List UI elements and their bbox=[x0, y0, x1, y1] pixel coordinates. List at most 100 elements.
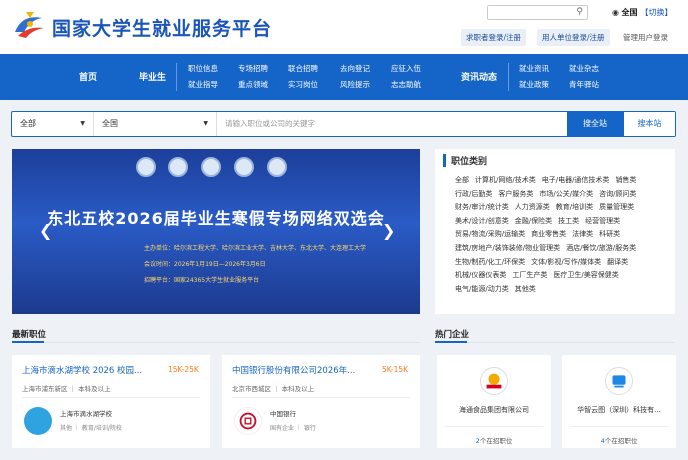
banner-organizers: 主办单位：哈尔滨工程大学、哈尔滨工业大学、吉林大学、东北大学、大连理工大学 bbox=[144, 245, 367, 252]
university-seal-icon bbox=[168, 157, 188, 177]
nav-link-magazine[interactable]: 就业杂志 bbox=[569, 63, 599, 74]
category-link[interactable]: 市场/公关/媒介类 bbox=[539, 188, 593, 202]
section-underline bbox=[12, 341, 44, 343]
category-link[interactable]: 商业零售类 bbox=[531, 228, 566, 242]
chevron-right-icon[interactable]: ❯ bbox=[382, 221, 395, 240]
category-link[interactable]: 电气/能源/动力类 bbox=[455, 283, 509, 297]
banner-dates: 会议时间：2026年1月19日—2026年3月6日 bbox=[144, 261, 266, 268]
search-all-button[interactable]: 搜全站 bbox=[567, 112, 623, 136]
nav-link-joint-recruit[interactable]: 联合招聘 bbox=[288, 63, 318, 74]
nav-link-key-fields[interactable]: 重点领域 bbox=[238, 79, 268, 90]
category-link[interactable]: 教育/培训类 bbox=[556, 201, 593, 215]
category-link[interactable]: 全部 bbox=[455, 174, 469, 188]
category-link[interactable]: 美术/设计/创意类 bbox=[455, 215, 509, 229]
category-link[interactable]: 生物/制药/化工/环保类 bbox=[455, 256, 525, 270]
positions-unit: 个在招职位 bbox=[479, 437, 513, 445]
category-link[interactable]: 质量管理类 bbox=[599, 201, 634, 215]
nav-divider bbox=[176, 63, 177, 91]
search-icon[interactable]: ⚲ bbox=[576, 7, 583, 17]
location-pin-icon: ◉ bbox=[612, 8, 619, 17]
search-site-button[interactable]: 搜本站 bbox=[623, 112, 675, 136]
open-positions-count: 2个在招职位 bbox=[437, 435, 551, 445]
category-link[interactable]: 建筑/房地产/装饰装修/物业管理类 bbox=[455, 242, 560, 256]
card-divider bbox=[232, 397, 410, 398]
site-title[interactable]: 国家大学生就业服务平台 bbox=[52, 14, 272, 41]
hot-company-card[interactable]: 华智云图（深圳）科技有... 4个在招职位 bbox=[562, 355, 676, 448]
nav-link-risk[interactable]: 风险提示 bbox=[340, 79, 370, 90]
student-login-button[interactable]: 求职者登录/注册 bbox=[461, 29, 527, 46]
section-underline bbox=[435, 341, 467, 343]
category-list: 全部 计算机/网络/技术类 电子/电器/通信技术类 销售类行政/后勤类 客户服务类 市场/… bbox=[455, 174, 673, 296]
company-name[interactable]: 上海市滴水湖学校 bbox=[60, 408, 112, 418]
nav-link-special-fair[interactable]: 专场招聘 bbox=[238, 63, 268, 74]
nav-link-job-info[interactable]: 职位信息 bbox=[188, 63, 218, 74]
nav-link-policy[interactable]: 就业政策 bbox=[519, 79, 549, 90]
header-search-input[interactable]: ⚲ bbox=[487, 5, 588, 20]
nav-graduate[interactable]: 毕业生 bbox=[139, 70, 166, 83]
category-link[interactable]: 法律类 bbox=[572, 228, 593, 242]
category-link[interactable]: 机械/仪器仪表类 bbox=[455, 269, 506, 283]
job-card[interactable]: 中国银行股份有限公司2026年... 5K-15K 北京市西城区 ｜ 本科及以上… bbox=[222, 355, 420, 448]
category-link[interactable]: 贸易/物流/采购/运输类 bbox=[455, 228, 525, 242]
chevron-left-icon[interactable]: ❮ bbox=[39, 221, 52, 240]
job-meta: 上海市浦东新区 ｜ 本科及以上 bbox=[22, 385, 111, 393]
category-link[interactable]: 电子/电器/通信技术类 bbox=[542, 174, 610, 188]
huazhi-logo-icon bbox=[605, 367, 633, 395]
nav-link-guidance[interactable]: 就业指导 bbox=[188, 79, 218, 90]
job-salary: 5K-15K bbox=[382, 365, 409, 374]
category-link[interactable]: 财务/审计/统计类 bbox=[455, 201, 509, 215]
banner-title: 东北五校2026届毕业生寒假专场网络双选会 bbox=[47, 209, 385, 228]
search-type-select[interactable]: 全部 ▼ bbox=[12, 112, 94, 136]
nav-link-employment-news[interactable]: 就业资讯 bbox=[519, 63, 549, 74]
main-nav: 首页 毕业生 职位信息 专场招聘 联合招聘 去向登记 应征入伍 就业指导 重点领… bbox=[0, 54, 688, 100]
keyword-search-input[interactable]: 请输入职位或公司的关键字 bbox=[217, 112, 315, 136]
category-link[interactable]: 销售类 bbox=[615, 174, 636, 188]
category-link[interactable]: 金融/保险类 bbox=[515, 215, 552, 229]
admin-login-link[interactable]: 管理用户登录 bbox=[623, 32, 668, 43]
category-link[interactable]: 行政/后勤类 bbox=[455, 188, 492, 202]
haitong-logo-icon bbox=[480, 367, 508, 395]
nav-news[interactable]: 资讯动态 bbox=[461, 70, 497, 83]
chevron-down-icon: ▼ bbox=[80, 120, 85, 127]
category-link[interactable]: 技工类 bbox=[558, 215, 579, 229]
company-name[interactable]: 海通食品集团有限公司 bbox=[437, 405, 551, 415]
nav-link-assist[interactable]: 志志助航 bbox=[391, 79, 421, 90]
positions-unit: 个在招职位 bbox=[604, 437, 638, 445]
nav-link-destination[interactable]: 去向登记 bbox=[340, 63, 370, 74]
section-divider bbox=[435, 342, 675, 343]
category-link[interactable]: 翻译类 bbox=[607, 256, 628, 270]
category-link[interactable]: 其他类 bbox=[515, 283, 536, 297]
job-card[interactable]: 上海市滴水湖学校 2026 校园... 15K-25K 上海市浦东新区 ｜ 本科… bbox=[12, 355, 210, 448]
category-link[interactable]: 文体/影视/写作/媒体类 bbox=[531, 256, 601, 270]
category-link[interactable]: 工厂生产类 bbox=[512, 269, 547, 283]
category-link[interactable]: 酒店/餐饮/旅游/服务类 bbox=[566, 242, 636, 256]
job-meta: 北京市西城区 ｜ 本科及以上 bbox=[232, 385, 315, 393]
category-link[interactable]: 客户服务类 bbox=[498, 188, 533, 202]
category-link[interactable]: 科研类 bbox=[599, 228, 620, 242]
category-link[interactable]: 计算机/网络/技术类 bbox=[475, 174, 536, 188]
employer-login-button[interactable]: 用人单位登录/注册 bbox=[537, 29, 610, 46]
location-switch-link[interactable]: 【切换】 bbox=[641, 8, 673, 17]
hot-company-card[interactable]: 海通食品集团有限公司 2个在招职位 bbox=[437, 355, 551, 448]
site-header: 国家大学生就业服务平台 ⚲ ◉ 全国 【切换】 求职者登录/注册 用人单位登录/注… bbox=[0, 0, 688, 54]
category-link[interactable]: 医疗卫生/美容保健类 bbox=[553, 269, 618, 283]
nav-link-internship[interactable]: 实习岗位 bbox=[288, 79, 318, 90]
location-selector[interactable]: ◉ 全国 【切换】 bbox=[612, 7, 673, 18]
company-name[interactable]: 华智云图（深圳）科技有... bbox=[562, 405, 676, 415]
category-link[interactable]: 人力资源类 bbox=[515, 201, 550, 215]
category-link[interactable]: 经营管理类 bbox=[585, 215, 620, 229]
category-link[interactable]: 咨询/顾问类 bbox=[599, 188, 636, 202]
company-logo-icon bbox=[24, 407, 52, 435]
nav-home[interactable]: 首页 bbox=[79, 70, 97, 83]
company-name[interactable]: 中国银行 bbox=[270, 408, 296, 418]
job-title[interactable]: 中国银行股份有限公司2026年... bbox=[232, 364, 355, 376]
site-logo-icon[interactable] bbox=[12, 8, 46, 42]
nav-link-youth-station[interactable]: 青年驿站 bbox=[569, 79, 599, 90]
nav-link-enlist[interactable]: 应征入伍 bbox=[391, 63, 421, 74]
university-seal-icon bbox=[201, 157, 221, 177]
university-seal-icon bbox=[267, 157, 287, 177]
event-banner[interactable]: 东北五校2026届毕业生寒假专场网络双选会 主办单位：哈尔滨工程大学、哈尔滨工业… bbox=[12, 149, 420, 314]
search-region-select[interactable]: 全国 ▼ bbox=[94, 112, 217, 136]
job-title[interactable]: 上海市滴水湖学校 2026 校园... bbox=[22, 364, 142, 376]
bank-of-china-logo-icon bbox=[234, 407, 262, 435]
